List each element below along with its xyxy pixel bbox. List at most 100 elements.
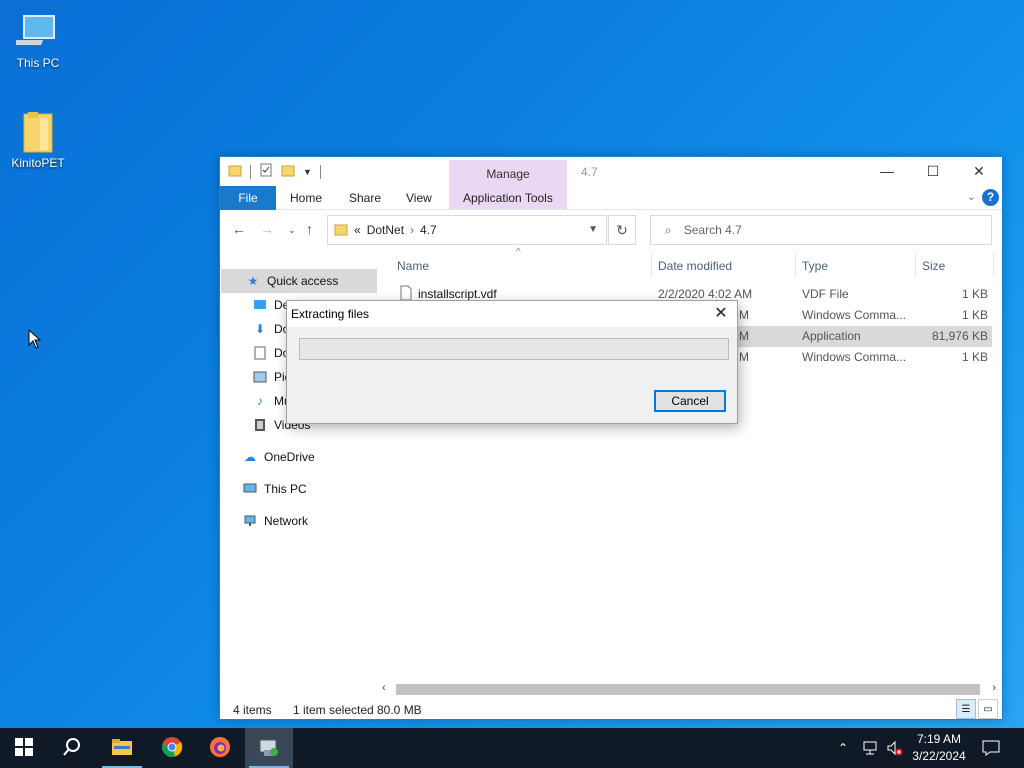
taskbar-search-button[interactable]: [48, 728, 96, 768]
address-bar[interactable]: « DotNet › 4.7 ▼: [327, 215, 607, 245]
progress-bar: [299, 338, 729, 360]
taskbar-file-explorer[interactable]: [98, 728, 146, 768]
sidebar-item-label: Network: [264, 514, 309, 528]
extracting-files-dialog: Extracting files ✕ Cancel: [286, 300, 738, 424]
music-icon: ♪: [257, 394, 263, 408]
refresh-button[interactable]: ↻: [608, 215, 636, 245]
breadcrumb-current[interactable]: 4.7: [420, 223, 437, 237]
file-type: VDF File: [802, 287, 849, 301]
search-icon: ⌕: [665, 222, 672, 237]
close-icon[interactable]: ✕: [711, 303, 731, 325]
sidebar-item-quick-access[interactable]: ★ Quick access: [221, 269, 377, 293]
start-button[interactable]: [0, 728, 48, 768]
status-selection: 1 item selected: [293, 703, 374, 717]
search-placeholder: Search 4.7: [683, 223, 742, 237]
volume-muted-icon[interactable]: [886, 728, 904, 768]
details-view-icon[interactable]: ☰: [956, 699, 976, 719]
window-title: 4.7: [581, 165, 598, 179]
cloud-icon: ☁: [244, 450, 256, 464]
help-icon[interactable]: ?: [982, 189, 999, 206]
desktop-icon-kinitopet[interactable]: KinitoPET: [0, 108, 76, 170]
pictures-icon: [252, 369, 268, 385]
close-button[interactable]: ✕: [956, 157, 1002, 185]
chrome-icon: [161, 736, 183, 761]
column-header-name[interactable]: Name: [397, 259, 429, 273]
file-type: Windows Comma...: [802, 308, 907, 322]
minimize-button[interactable]: —: [864, 157, 910, 185]
ribbon-expand-icon[interactable]: ⌄: [967, 190, 976, 203]
tab-view[interactable]: View: [406, 186, 432, 210]
divider: [319, 164, 321, 179]
file-type: Windows Comma...: [802, 350, 907, 364]
network-tray-icon[interactable]: [862, 728, 880, 768]
taskbar-installer[interactable]: [245, 728, 293, 768]
title-bar: ▼ Manage 4.7 — ☐ ✕: [220, 157, 1002, 185]
maximize-button[interactable]: ☐: [910, 157, 956, 185]
search-icon: [62, 737, 82, 760]
taskbar-chrome[interactable]: [148, 728, 196, 768]
videos-icon: [252, 417, 268, 433]
quick-access-toolbar: ▼: [228, 163, 321, 180]
divider: [651, 253, 652, 277]
back-button[interactable]: ←: [232, 221, 246, 237]
status-bar: 4 items 1 item selected 80.0 MB ☰ ▭: [220, 699, 1002, 721]
breadcrumb-overflow[interactable]: «: [354, 223, 361, 237]
mouse-cursor-icon: [28, 328, 42, 352]
this-pc-icon: [242, 481, 258, 497]
taskbar: ⌃ 7:19 AM 3/22/2024: [0, 728, 1024, 768]
network-icon: [242, 513, 258, 529]
sidebar-item-label: OneDrive: [264, 450, 315, 464]
horizontal-scrollbar[interactable]: ‹ ›: [380, 681, 1000, 698]
show-hidden-icons[interactable]: ⌃: [838, 728, 848, 768]
sort-ascending-icon: ^: [516, 247, 521, 258]
taskbar-firefox[interactable]: [196, 728, 244, 768]
sidebar-item-label: This PC: [264, 482, 307, 496]
action-center-icon[interactable]: [982, 728, 1000, 768]
breadcrumb-dotnet[interactable]: DotNet: [367, 223, 404, 237]
desktop-icon-this-pc[interactable]: This PC: [0, 8, 76, 70]
view-switcher: ☰ ▭: [956, 699, 998, 719]
download-icon: ⬇: [254, 322, 266, 336]
navigation-bar: ← → ⌄ ↑ « DotNet › 4.7 ▼ ↻ ⌕ Search 4.7: [220, 213, 1002, 247]
scroll-left-icon[interactable]: ‹: [382, 682, 386, 694]
file-size: 1 KB: [961, 350, 988, 364]
forward-button[interactable]: →: [260, 221, 274, 237]
divider: [795, 253, 796, 277]
new-folder-icon[interactable]: [281, 163, 295, 180]
file-size: 1 KB: [961, 287, 988, 301]
dialog-title-bar: Extracting files ✕: [287, 301, 737, 327]
properties-icon[interactable]: [259, 163, 273, 180]
sidebar-item-onedrive[interactable]: ☁ OneDrive: [220, 445, 376, 469]
up-button[interactable]: ↑: [306, 221, 313, 237]
folder-icon: [0, 108, 76, 156]
documents-icon: [252, 345, 268, 361]
column-header-date[interactable]: Date modified: [658, 259, 732, 273]
customize-qat-icon[interactable]: ▼: [303, 167, 312, 177]
divider: [250, 164, 251, 179]
desktop-folder-icon: [252, 297, 268, 313]
dialog-title: Extracting files: [291, 307, 370, 321]
ribbon-tabs: File Home Share View Application Tools ⌄…: [220, 186, 1002, 210]
tab-share[interactable]: Share: [349, 186, 381, 210]
tab-application-tools[interactable]: Application Tools: [463, 186, 553, 210]
scroll-right-icon[interactable]: ›: [992, 682, 996, 694]
cancel-button[interactable]: Cancel: [654, 390, 726, 412]
star-icon: ★: [247, 274, 259, 288]
sidebar-item-network[interactable]: Network: [220, 509, 376, 533]
system-clock[interactable]: 7:19 AM 3/22/2024: [908, 731, 970, 765]
chevron-down-icon[interactable]: ▼: [588, 224, 598, 235]
recent-locations-icon[interactable]: ⌄: [288, 225, 296, 236]
column-header-size[interactable]: Size: [922, 259, 945, 273]
tab-file[interactable]: File: [220, 186, 276, 210]
tab-home[interactable]: Home: [290, 186, 322, 210]
scrollbar-thumb[interactable]: [396, 684, 980, 695]
installer-icon: [258, 736, 280, 761]
column-header-type[interactable]: Type: [802, 259, 828, 273]
this-pc-icon: [0, 8, 76, 56]
file-date: M: [739, 329, 749, 343]
sidebar-item-this-pc[interactable]: This PC: [220, 477, 376, 501]
folder-icon: [228, 163, 242, 180]
large-icons-view-icon[interactable]: ▭: [978, 699, 998, 719]
desktop-icon-label: This PC: [16, 56, 60, 70]
search-input[interactable]: ⌕ Search 4.7: [650, 215, 992, 245]
